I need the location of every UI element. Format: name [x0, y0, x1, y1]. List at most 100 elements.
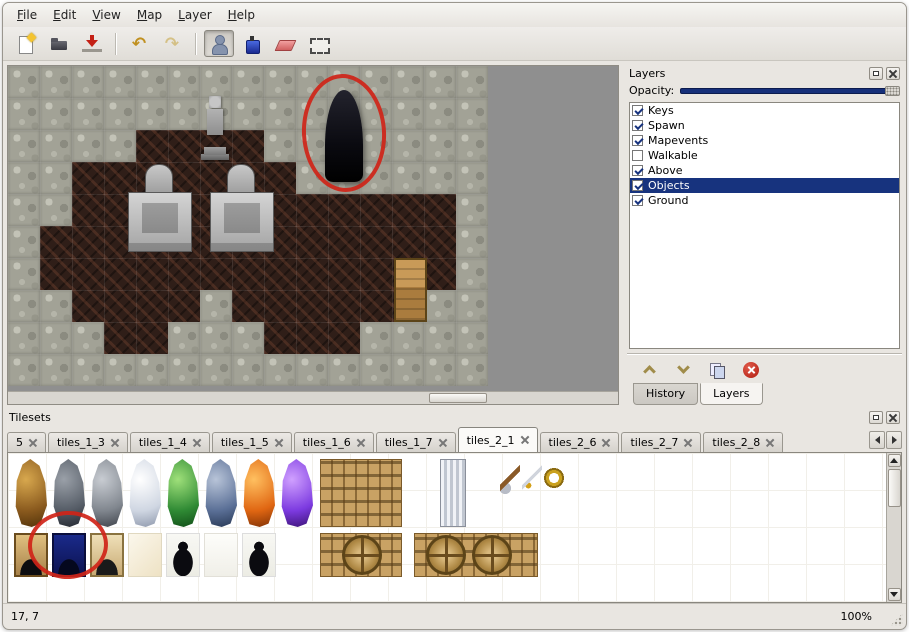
wall-tile[interactable]	[136, 98, 168, 130]
tab-close-button[interactable]	[684, 439, 692, 447]
wall-tile[interactable]	[456, 322, 488, 354]
floor-tile[interactable]	[232, 130, 264, 162]
wall-tile[interactable]	[456, 130, 488, 162]
opacity-slider-handle[interactable]	[885, 86, 900, 96]
horizontal-scrollbar-thumb[interactable]	[429, 393, 487, 403]
menu-item-help[interactable]: Help	[220, 5, 263, 25]
tileset-tile-ore-gray[interactable]	[90, 459, 124, 527]
floor-tile[interactable]	[424, 258, 456, 290]
wall-tile[interactable]	[8, 66, 40, 98]
wall-tile[interactable]	[232, 354, 264, 386]
wall-tile[interactable]	[72, 98, 104, 130]
wall-tile[interactable]	[424, 130, 456, 162]
floor-tile[interactable]	[72, 290, 104, 322]
floor-tile[interactable]	[328, 194, 360, 226]
wall-tile[interactable]	[168, 354, 200, 386]
wall-tile[interactable]	[456, 98, 488, 130]
floor-tile[interactable]	[264, 258, 296, 290]
floor-tile[interactable]	[392, 226, 424, 258]
wall-tile[interactable]	[232, 322, 264, 354]
dock-tab-history[interactable]: History	[633, 383, 698, 405]
scroll-tabs-left-button[interactable]	[869, 431, 885, 449]
wall-tile[interactable]	[456, 226, 488, 258]
wall-tile[interactable]	[296, 354, 328, 386]
wall-tile[interactable]	[392, 66, 424, 98]
wall-tile[interactable]	[8, 290, 40, 322]
wall-tile[interactable]	[104, 354, 136, 386]
open-button[interactable]	[44, 30, 74, 57]
wall-tile[interactable]	[392, 162, 424, 194]
opacity-slider[interactable]	[680, 85, 900, 97]
wall-tile[interactable]	[456, 66, 488, 98]
tileset-tile-turntable[interactable]	[342, 535, 382, 575]
wall-tile[interactable]	[200, 322, 232, 354]
floor-tile[interactable]	[296, 258, 328, 290]
tileset-tab-tiles_2_6[interactable]: tiles_2_6	[540, 432, 620, 452]
layer-visibility-checkbox[interactable]	[632, 105, 643, 116]
wall-tile[interactable]	[40, 66, 72, 98]
wall-tile[interactable]	[40, 194, 72, 226]
tileset-tile-rails-grid[interactable]	[320, 459, 402, 527]
wall-tile[interactable]	[40, 290, 72, 322]
wall-tile[interactable]	[424, 66, 456, 98]
floor-tile[interactable]	[40, 226, 72, 258]
wall-tile[interactable]	[168, 98, 200, 130]
wall-tile[interactable]	[456, 354, 488, 386]
wall-tile[interactable]	[8, 130, 40, 162]
tileset-tile-shovel[interactable]	[500, 461, 520, 495]
wall-tile[interactable]	[168, 322, 200, 354]
scroll-down-button[interactable]	[888, 588, 901, 601]
layer-row-above[interactable]: Above	[630, 163, 899, 178]
floor-tile[interactable]	[424, 194, 456, 226]
wall-tile[interactable]	[8, 162, 40, 194]
floor-tile[interactable]	[104, 290, 136, 322]
wall-tile[interactable]	[456, 194, 488, 226]
wall-tile[interactable]	[104, 130, 136, 162]
wall-tile[interactable]	[72, 130, 104, 162]
wall-tile[interactable]	[424, 322, 456, 354]
select-tool-button[interactable]	[303, 30, 333, 57]
tileset-tile-ore-green[interactable]	[166, 459, 200, 527]
redo-button[interactable]: ↷	[157, 30, 187, 57]
scroll-up-button[interactable]	[888, 454, 901, 467]
tab-close-button[interactable]	[357, 439, 365, 447]
floor-tile[interactable]	[328, 226, 360, 258]
floor-tile[interactable]	[168, 290, 200, 322]
tileset-canvas[interactable]	[8, 453, 886, 602]
tileset-tab-5[interactable]: 5	[7, 432, 46, 452]
wall-tile[interactable]	[392, 130, 424, 162]
scroll-tabs-right-button[interactable]	[886, 431, 902, 449]
tileset-tile-tile-white[interactable]	[204, 533, 238, 577]
tileset-tile-ore-orange[interactable]	[242, 459, 276, 527]
wall-tile[interactable]	[168, 66, 200, 98]
layer-visibility-checkbox[interactable]	[632, 135, 643, 146]
tileset-tab-tiles_1_3[interactable]: tiles_1_3	[48, 432, 128, 452]
move-layer-down-button[interactable]	[673, 360, 693, 380]
close-panel-button[interactable]	[886, 411, 900, 424]
wall-tile[interactable]	[8, 354, 40, 386]
wall-tile[interactable]	[232, 98, 264, 130]
tileset-tile-ore-purple[interactable]	[280, 459, 314, 527]
layer-row-spawn[interactable]: Spawn	[630, 118, 899, 133]
float-panel-button[interactable]	[869, 67, 883, 80]
tab-close-button[interactable]	[275, 439, 283, 447]
tab-close-button[interactable]	[111, 439, 119, 447]
move-layer-up-button[interactable]	[639, 360, 659, 380]
tileset-tile-ore-brown[interactable]	[14, 459, 48, 527]
tab-close-button[interactable]	[439, 439, 447, 447]
layer-visibility-checkbox[interactable]	[632, 180, 643, 191]
tileset-tile-ore-steel[interactable]	[204, 459, 238, 527]
wall-tile[interactable]	[392, 98, 424, 130]
vertical-scrollbar-thumb[interactable]	[888, 469, 901, 507]
floor-tile[interactable]	[104, 322, 136, 354]
wall-tile[interactable]	[40, 98, 72, 130]
wall-tile[interactable]	[264, 66, 296, 98]
wall-tile[interactable]	[456, 162, 488, 194]
wall-tile[interactable]	[8, 194, 40, 226]
wall-tile[interactable]	[8, 98, 40, 130]
wall-tile[interactable]	[264, 354, 296, 386]
tileset-tile-cloak-tile[interactable]	[242, 533, 276, 577]
floor-tile[interactable]	[360, 258, 392, 290]
map-horizontal-scrollbar[interactable]	[8, 391, 618, 404]
tileset-tile-ore-white[interactable]	[128, 459, 162, 527]
